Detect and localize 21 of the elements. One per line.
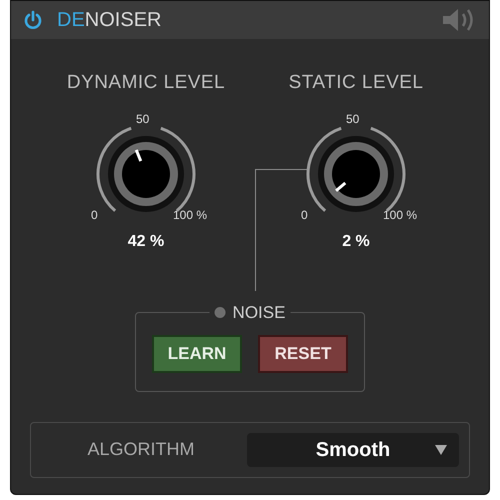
title-accent: DE <box>57 8 85 33</box>
knob[interactable] <box>318 136 394 212</box>
tick-label: 50 <box>136 110 150 128</box>
algorithm-label: ALGORITHM <box>86 438 196 461</box>
window-title: NOISER <box>84 8 162 33</box>
tick-label: 0 <box>91 206 98 224</box>
knob-label: DYNAMIC LEVEL <box>66 71 226 95</box>
knob-label: STATIC LEVEL <box>288 71 424 95</box>
tick-label: 50 <box>346 110 360 128</box>
reset-button[interactable]: RESET <box>258 334 348 372</box>
learn-button[interactable]: LEARN <box>152 334 242 372</box>
group-title: NOISE <box>232 302 286 324</box>
algorithm-dropdown[interactable]: Smooth <box>247 432 459 466</box>
dropdown-arrow-icon <box>435 444 447 454</box>
tick-label: 100 % <box>173 206 208 224</box>
knob-reading: 42 % <box>128 232 164 252</box>
knob[interactable] <box>108 136 184 212</box>
power-icon[interactable] <box>23 10 43 30</box>
tick-label: 100 % <box>383 206 418 224</box>
knob-reading: 2 % <box>342 232 370 252</box>
tick-label: 0 <box>301 206 308 224</box>
